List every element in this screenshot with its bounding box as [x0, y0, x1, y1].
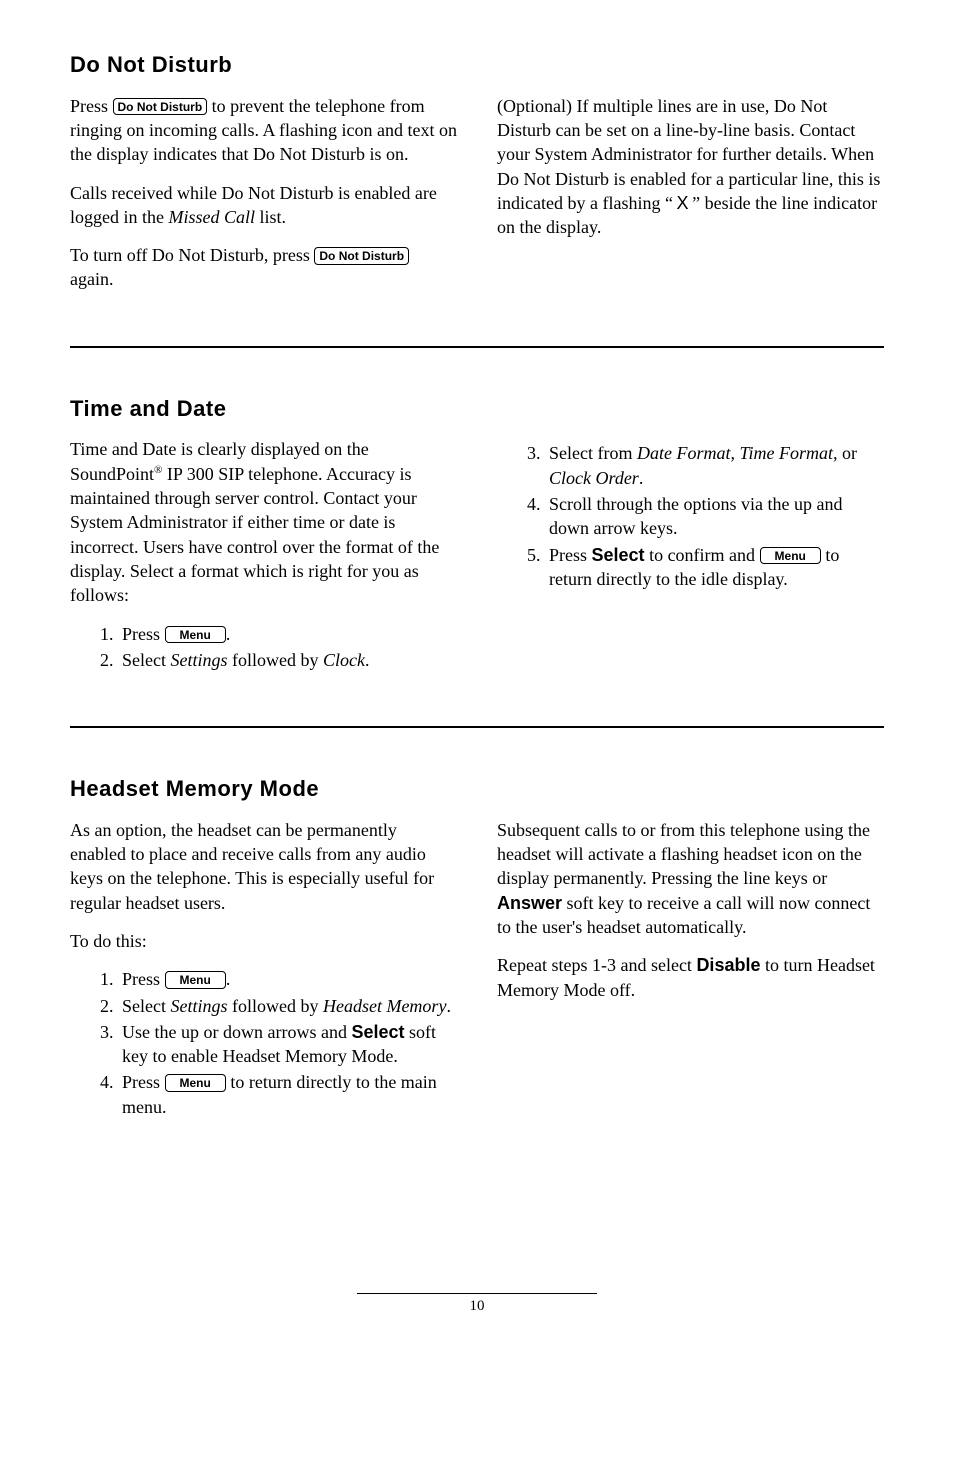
text-em: Settings — [170, 650, 227, 670]
text: . — [446, 996, 451, 1016]
heading-td: Time and Date — [70, 394, 884, 424]
text: Repeat steps 1-3 and select — [497, 955, 696, 975]
list-item: Press Menu. — [118, 967, 457, 991]
text-em: Clock — [323, 650, 365, 670]
hm-col-right: Subsequent calls to or from this telepho… — [497, 818, 884, 1133]
section-headset-memory: Headset Memory Mode As an option, the he… — [70, 774, 884, 1133]
list-item: Press Select to confirm and Menu to retu… — [545, 543, 884, 592]
key-menu: Menu — [760, 547, 821, 564]
text-em: Settings — [170, 996, 227, 1016]
hm-p2: To do this: — [70, 929, 457, 953]
hm-list: Press Menu. Select Settings followed by … — [70, 967, 457, 1119]
text: IP 300 SIP telephone. Accuracy is mainta… — [70, 464, 439, 605]
text: Use the up or down arrows and — [122, 1022, 351, 1042]
text: Subsequent calls to or from this telepho… — [497, 820, 870, 889]
key-do-not-disturb: Do Not Disturb — [113, 98, 208, 115]
page-number: 10 — [70, 1296, 884, 1316]
softkey-disable: Disable — [696, 955, 760, 975]
text-em: Clock Order — [549, 468, 639, 488]
text: again. — [70, 269, 113, 289]
text: . — [365, 650, 370, 670]
text-em: Date Format, Time Format, — [637, 443, 838, 463]
key-menu: Menu — [165, 1074, 226, 1091]
key-menu: Menu — [165, 626, 226, 643]
text: followed by — [227, 650, 322, 670]
list-item: Use the up or down arrows and Select sof… — [118, 1020, 457, 1069]
text: Press — [122, 969, 165, 989]
text: Select — [122, 996, 170, 1016]
heading-hm: Headset Memory Mode — [70, 774, 884, 804]
td-list-left: Press Menu. Select Settings followed by … — [70, 622, 457, 673]
td-list-right: Select from Date Format, Time Format, or… — [497, 441, 884, 591]
text: Press — [549, 545, 592, 565]
softkey-select: Select — [592, 545, 645, 565]
list-item: Select Settings followed by Clock. — [118, 648, 457, 672]
softkey-select: Select — [351, 1022, 404, 1042]
list-item: Press Menu. — [118, 622, 457, 646]
softkey-answer: Answer — [497, 893, 562, 913]
hm-col-left: As an option, the headset can be permane… — [70, 818, 457, 1133]
dnd-p2: Calls received while Do Not Disturb is e… — [70, 181, 457, 230]
key-do-not-disturb: Do Not Disturb — [314, 247, 409, 264]
hm-p4: Repeat steps 1-3 and select Disable to t… — [497, 953, 884, 1002]
list-item: Select Settings followed by Headset Memo… — [118, 994, 457, 1018]
td-col-right: Select from Date Format, Time Format, or… — [497, 437, 884, 686]
list-item: Scroll through the options via the up an… — [545, 492, 884, 541]
text: to confirm and — [645, 545, 760, 565]
page-footer: 10 — [70, 1293, 884, 1316]
text: To turn off Do Not Disturb, press — [70, 245, 314, 265]
text: list. — [255, 207, 286, 227]
text: Scroll through the options via the up an… — [549, 494, 842, 538]
text: . — [639, 468, 644, 488]
footer-rule — [357, 1293, 597, 1294]
dnd-columns: Press Do Not Disturb to prevent the tele… — [70, 94, 884, 306]
td-columns: Time and Date is clearly displayed on th… — [70, 437, 884, 686]
key-menu: Menu — [165, 971, 226, 988]
td-col-left: Time and Date is clearly displayed on th… — [70, 437, 457, 686]
text-em: Headset Memory — [323, 996, 446, 1016]
text: . — [226, 624, 231, 644]
text: Select — [122, 650, 170, 670]
section-divider — [70, 346, 884, 348]
dnd-col-left: Press Do Not Disturb to prevent the tele… — [70, 94, 457, 306]
text: or — [837, 443, 857, 463]
text: Press — [70, 96, 113, 116]
text-em: Missed Call — [168, 207, 255, 227]
hm-p1: As an option, the headset can be permane… — [70, 818, 457, 915]
dnd-col-right: (Optional) If multiple lines are in use,… — [497, 94, 884, 306]
section-do-not-disturb: Do Not Disturb Press Do Not Disturb to p… — [70, 50, 884, 306]
section-divider — [70, 726, 884, 728]
text: followed by — [227, 996, 322, 1016]
text: Press — [122, 1072, 165, 1092]
td-p1: Time and Date is clearly displayed on th… — [70, 437, 457, 607]
hm-columns: As an option, the headset can be permane… — [70, 818, 884, 1133]
list-item: Select from Date Format, Time Format, or… — [545, 441, 884, 490]
heading-dnd: Do Not Disturb — [70, 50, 884, 80]
text: Select from — [549, 443, 637, 463]
dnd-p1: Press Do Not Disturb to prevent the tele… — [70, 94, 457, 167]
text: Press — [122, 624, 165, 644]
text: . — [226, 969, 231, 989]
dnd-p4: (Optional) If multiple lines are in use,… — [497, 94, 884, 240]
list-item: Press Menu to return directly to the mai… — [118, 1070, 457, 1119]
flashing-x-glyph: X — [677, 193, 689, 213]
hm-p3: Subsequent calls to or from this telepho… — [497, 818, 884, 939]
section-time-and-date: Time and Date Time and Date is clearly d… — [70, 394, 884, 686]
dnd-p3: To turn off Do Not Disturb, press Do Not… — [70, 243, 457, 292]
